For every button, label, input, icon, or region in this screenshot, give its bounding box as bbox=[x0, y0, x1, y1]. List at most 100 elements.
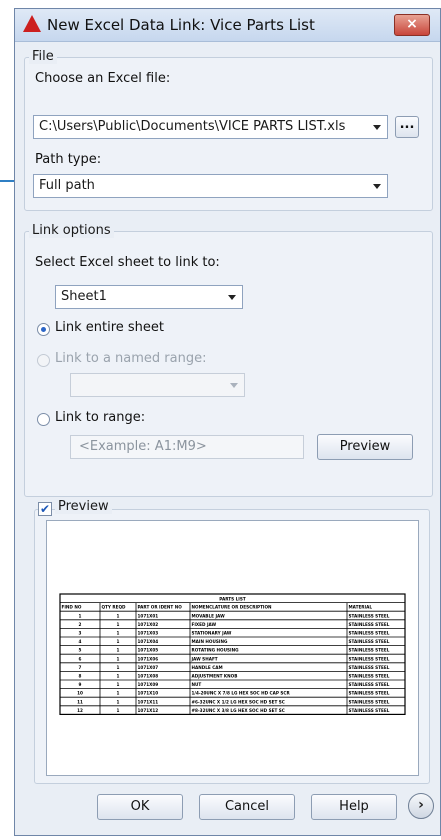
table-cell: 1071X05 bbox=[138, 648, 159, 653]
link-to-range-radio[interactable] bbox=[37, 413, 50, 426]
preview-checkbox-label[interactable]: Preview bbox=[55, 499, 112, 514]
table-cell: NUT bbox=[192, 682, 202, 687]
help-button[interactable]: Help bbox=[311, 794, 397, 820]
table-cell: 1 bbox=[117, 631, 120, 636]
table-cell: STAINLESS STEEL bbox=[349, 622, 390, 627]
table-cell: 1071X11 bbox=[138, 699, 159, 704]
ok-button[interactable]: OK bbox=[97, 794, 183, 820]
table-cell: MAIN HOUSING bbox=[192, 639, 228, 644]
path-type-select[interactable]: Full path bbox=[33, 174, 388, 198]
table-header-cell: FIND NO bbox=[62, 605, 82, 610]
link-named-range-label[interactable]: Link to a named range: bbox=[55, 351, 206, 366]
table-cell: 6 bbox=[79, 656, 82, 661]
path-type-label: Path type: bbox=[35, 152, 102, 167]
title-bar: New Excel Data Link: Vice Parts List × bbox=[15, 9, 440, 42]
table-cell: 9 bbox=[79, 682, 82, 687]
table-header-cell: PART OR IDENT NO bbox=[138, 605, 183, 610]
table-cell: 3 bbox=[79, 631, 82, 636]
table-cell: #6-32UNC X 1/2 LG HEX SOC HD SET SC bbox=[192, 699, 285, 704]
choose-file-label: Choose an Excel file: bbox=[35, 71, 171, 86]
table-cell: JAW SHAFT bbox=[191, 656, 218, 661]
table-cell: 1 bbox=[117, 622, 120, 627]
table-cell: STAINLESS STEEL bbox=[349, 656, 390, 661]
named-range-select[interactable] bbox=[70, 373, 245, 397]
table-cell: ADJUSTMENT KNOB bbox=[192, 674, 238, 679]
table-cell: 1071X02 bbox=[138, 622, 159, 627]
chevron-down-icon bbox=[373, 184, 381, 189]
range-input[interactable]: <Example: A1:M9> bbox=[70, 435, 304, 459]
table-cell: 12 bbox=[77, 708, 83, 713]
table-title: PARTS LIST bbox=[219, 597, 246, 602]
table-cell: 1 bbox=[117, 613, 120, 618]
preview-checkbox[interactable]: ✔ bbox=[38, 502, 52, 516]
table-cell: 7 bbox=[79, 665, 82, 670]
parts-list-table: PARTS LIST FIND NO QTY REQD PART OR IDENT N… bbox=[59, 593, 406, 716]
close-button[interactable]: × bbox=[394, 14, 430, 36]
table-cell: STAINLESS STEEL bbox=[349, 648, 390, 653]
chevron-down-icon bbox=[230, 383, 238, 388]
table-cell: 1 bbox=[117, 682, 120, 687]
table-cell: #8-32UNC X 3/8 LG HEX SOC HD SET SC bbox=[192, 708, 285, 713]
autocad-app-icon bbox=[23, 15, 41, 32]
table-cell: 1 bbox=[117, 665, 120, 670]
table-cell: ROTATING HOUSING bbox=[192, 648, 240, 653]
link-options-legend: Link options bbox=[29, 223, 114, 238]
preview-area: PARTS LIST FIND NO QTY REQD PART OR IDENT N… bbox=[46, 520, 419, 776]
table-cell: 1071X10 bbox=[138, 691, 159, 696]
table-header-cell: MATERIAL bbox=[349, 605, 373, 610]
table-cell: STAINLESS STEEL bbox=[349, 699, 390, 704]
expand-arrow-icon[interactable]: › bbox=[408, 793, 434, 819]
sheet-select-value: Sheet1 bbox=[61, 289, 107, 304]
table-cell: MOVABLE JAW bbox=[192, 613, 226, 618]
table-cell: 1071X03 bbox=[138, 631, 159, 636]
table-cell: 1 bbox=[117, 691, 120, 696]
table-cell: 2 bbox=[79, 622, 82, 627]
browse-button[interactable]: ... bbox=[395, 116, 419, 138]
table-cell: STATIONARY JAW bbox=[192, 631, 232, 636]
table-cell: STAINLESS STEEL bbox=[349, 639, 390, 644]
table-cell: 1 bbox=[117, 656, 120, 661]
table-cell: 1071X09 bbox=[138, 682, 159, 687]
table-cell: 1071X04 bbox=[138, 639, 159, 644]
excel-file-select[interactable]: C:\Users\Public\Documents\VICE PARTS LIS… bbox=[33, 115, 388, 139]
table-cell: 10 bbox=[77, 691, 83, 696]
table-cell: 1 bbox=[117, 674, 120, 679]
table-cell: STAINLESS STEEL bbox=[349, 674, 390, 679]
link-entire-sheet-label[interactable]: Link entire sheet bbox=[55, 320, 164, 335]
chevron-down-icon bbox=[373, 125, 381, 130]
sheet-select[interactable]: Sheet1 bbox=[55, 285, 243, 309]
link-entire-sheet-radio[interactable] bbox=[37, 323, 50, 336]
table-cell: 1 bbox=[117, 639, 120, 644]
excel-data-link-dialog: New Excel Data Link: Vice Parts List × F… bbox=[14, 8, 441, 836]
table-cell: STAINLESS STEEL bbox=[349, 613, 390, 618]
table-cell: HANDLE CAM bbox=[192, 665, 223, 670]
excel-file-value: C:\Users\Public\Documents\VICE PARTS LIS… bbox=[39, 119, 346, 134]
table-cell: 1 bbox=[117, 648, 120, 653]
table-cell: 4 bbox=[79, 639, 82, 644]
table-cell: STAINLESS STEEL bbox=[349, 631, 390, 636]
table-cell: 1 bbox=[117, 708, 120, 713]
path-type-value: Full path bbox=[39, 178, 95, 193]
sheet-select-label: Select Excel sheet to link to: bbox=[35, 255, 220, 270]
file-group-legend: File bbox=[29, 49, 57, 64]
table-header-cell: QTY REQD bbox=[102, 605, 127, 610]
table-cell: 5 bbox=[79, 648, 82, 653]
table-cell: 1/4-20UNC X 7/8 LG HEX SOC HD CAP SCR bbox=[192, 691, 291, 696]
table-cell: 1071X08 bbox=[138, 674, 159, 679]
table-cell: 1071X12 bbox=[138, 708, 159, 713]
table-cell: STAINLESS STEEL bbox=[349, 682, 390, 687]
table-cell: 1071X06 bbox=[138, 656, 159, 661]
link-to-range-label[interactable]: Link to range: bbox=[55, 410, 145, 425]
table-cell: 11 bbox=[77, 699, 83, 704]
table-cell: 8 bbox=[79, 674, 82, 679]
table-cell: STAINLESS STEEL bbox=[349, 708, 390, 713]
table-cell: 1071X01 bbox=[138, 613, 159, 618]
chevron-down-icon bbox=[228, 295, 236, 300]
cancel-button[interactable]: Cancel bbox=[199, 794, 295, 820]
parts-list-preview-table: PARTS LIST FIND NO QTY REQD PART OR IDENT N… bbox=[59, 593, 406, 716]
link-named-range-radio[interactable] bbox=[37, 354, 50, 367]
link-preview-button[interactable]: Preview bbox=[317, 434, 413, 460]
table-cell: STAINLESS STEEL bbox=[349, 665, 390, 670]
table-cell: 1 bbox=[79, 613, 82, 618]
table-cell: STAINLESS STEEL bbox=[349, 691, 390, 696]
